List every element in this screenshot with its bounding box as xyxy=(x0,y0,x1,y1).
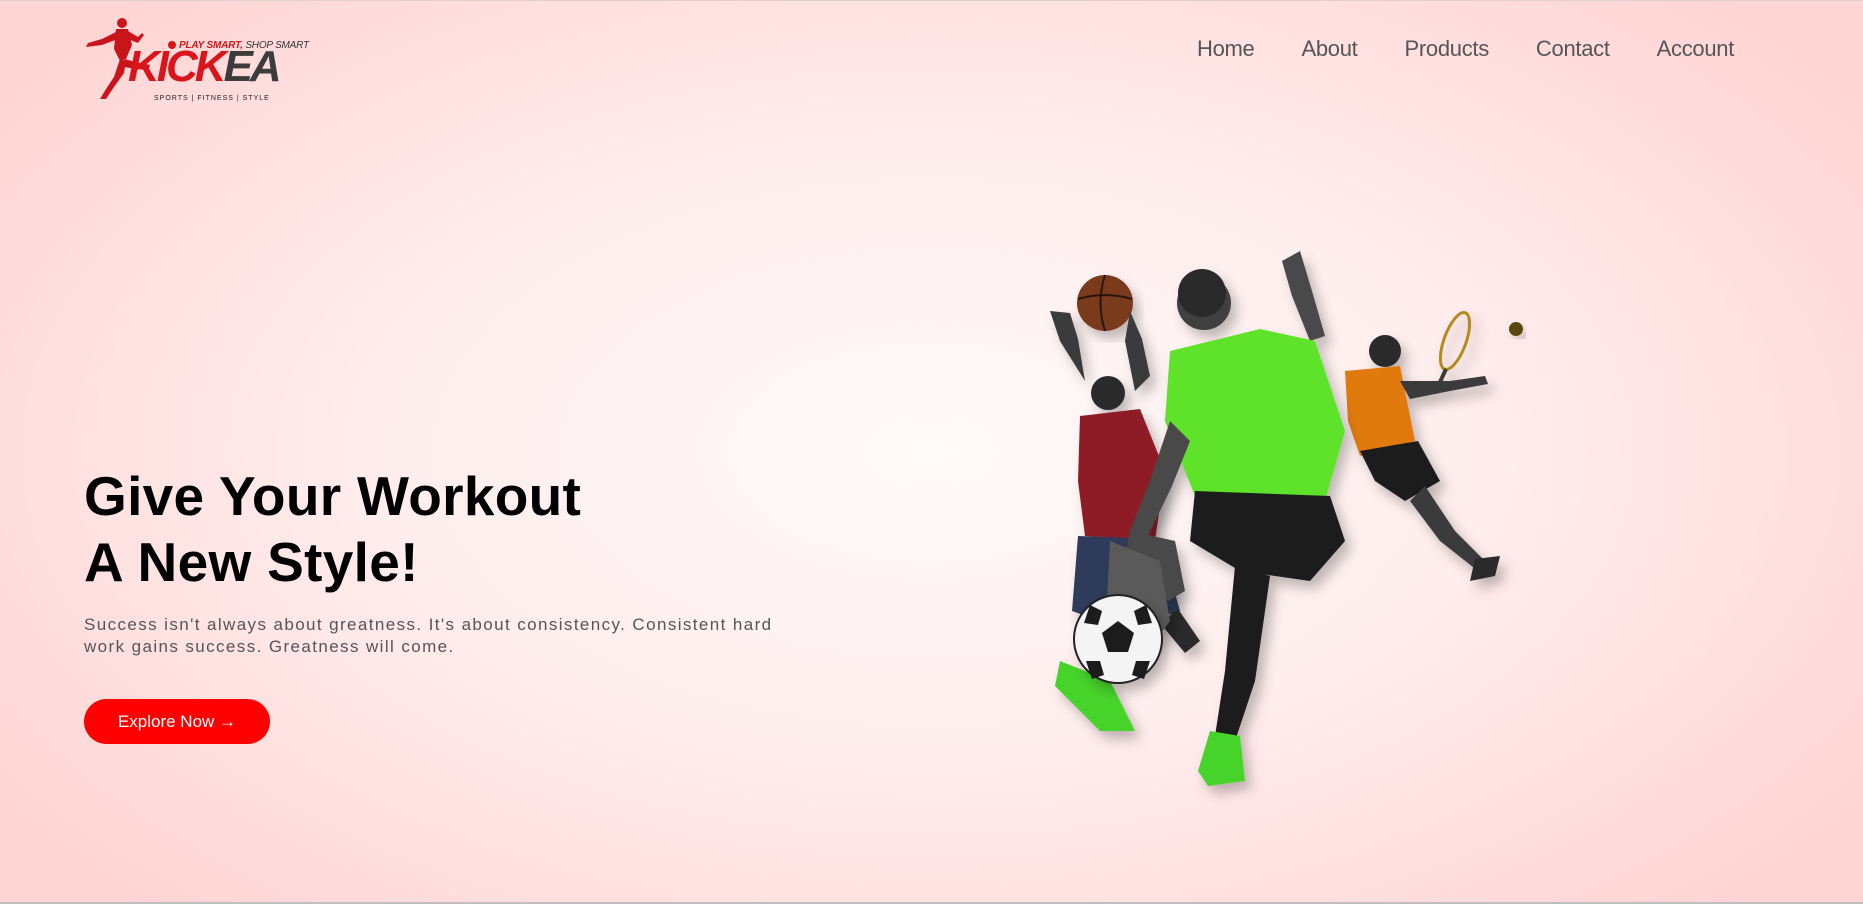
main-nav: Home About Products Contact Account xyxy=(1197,35,1734,63)
wordmark-kick: KICK xyxy=(128,42,227,91)
athletes-collage-image xyxy=(1050,251,1523,786)
explore-now-button[interactable]: Explore Now → xyxy=(84,699,270,744)
nav-account-link[interactable]: Account xyxy=(1657,35,1735,63)
hero-headline-line2: A New Style! xyxy=(84,531,419,593)
nav-contact-link[interactable]: Contact xyxy=(1536,35,1610,63)
hero-headline-line1: Give Your Workout xyxy=(84,465,582,527)
hero-description: Success isn't always about greatness. It… xyxy=(84,615,773,656)
brand-subline: SPORTS | FITNESS | STYLE xyxy=(154,95,270,102)
brand-wordmark: KICKEA xyxy=(128,42,282,91)
tennis-ball-icon xyxy=(1509,322,1523,336)
landing-page: PLAY SMART, SHOP SMART KICKEA SPORTS | F… xyxy=(0,0,1863,904)
nav-about-link[interactable]: About xyxy=(1302,35,1358,63)
wordmark-ea: EA xyxy=(223,42,282,91)
tennis-player-figure xyxy=(1345,311,1500,581)
soccer-ball-icon xyxy=(1073,594,1163,684)
nav-home-link[interactable]: Home xyxy=(1197,35,1255,63)
brand-logo[interactable]: PLAY SMART, SHOP SMART KICKEA SPORTS | F… xyxy=(80,15,316,105)
nav-products-link[interactable]: Products xyxy=(1405,35,1490,63)
hero-headline: Give Your Workout A New Style! xyxy=(84,463,784,595)
basketball-icon xyxy=(1077,274,1133,332)
